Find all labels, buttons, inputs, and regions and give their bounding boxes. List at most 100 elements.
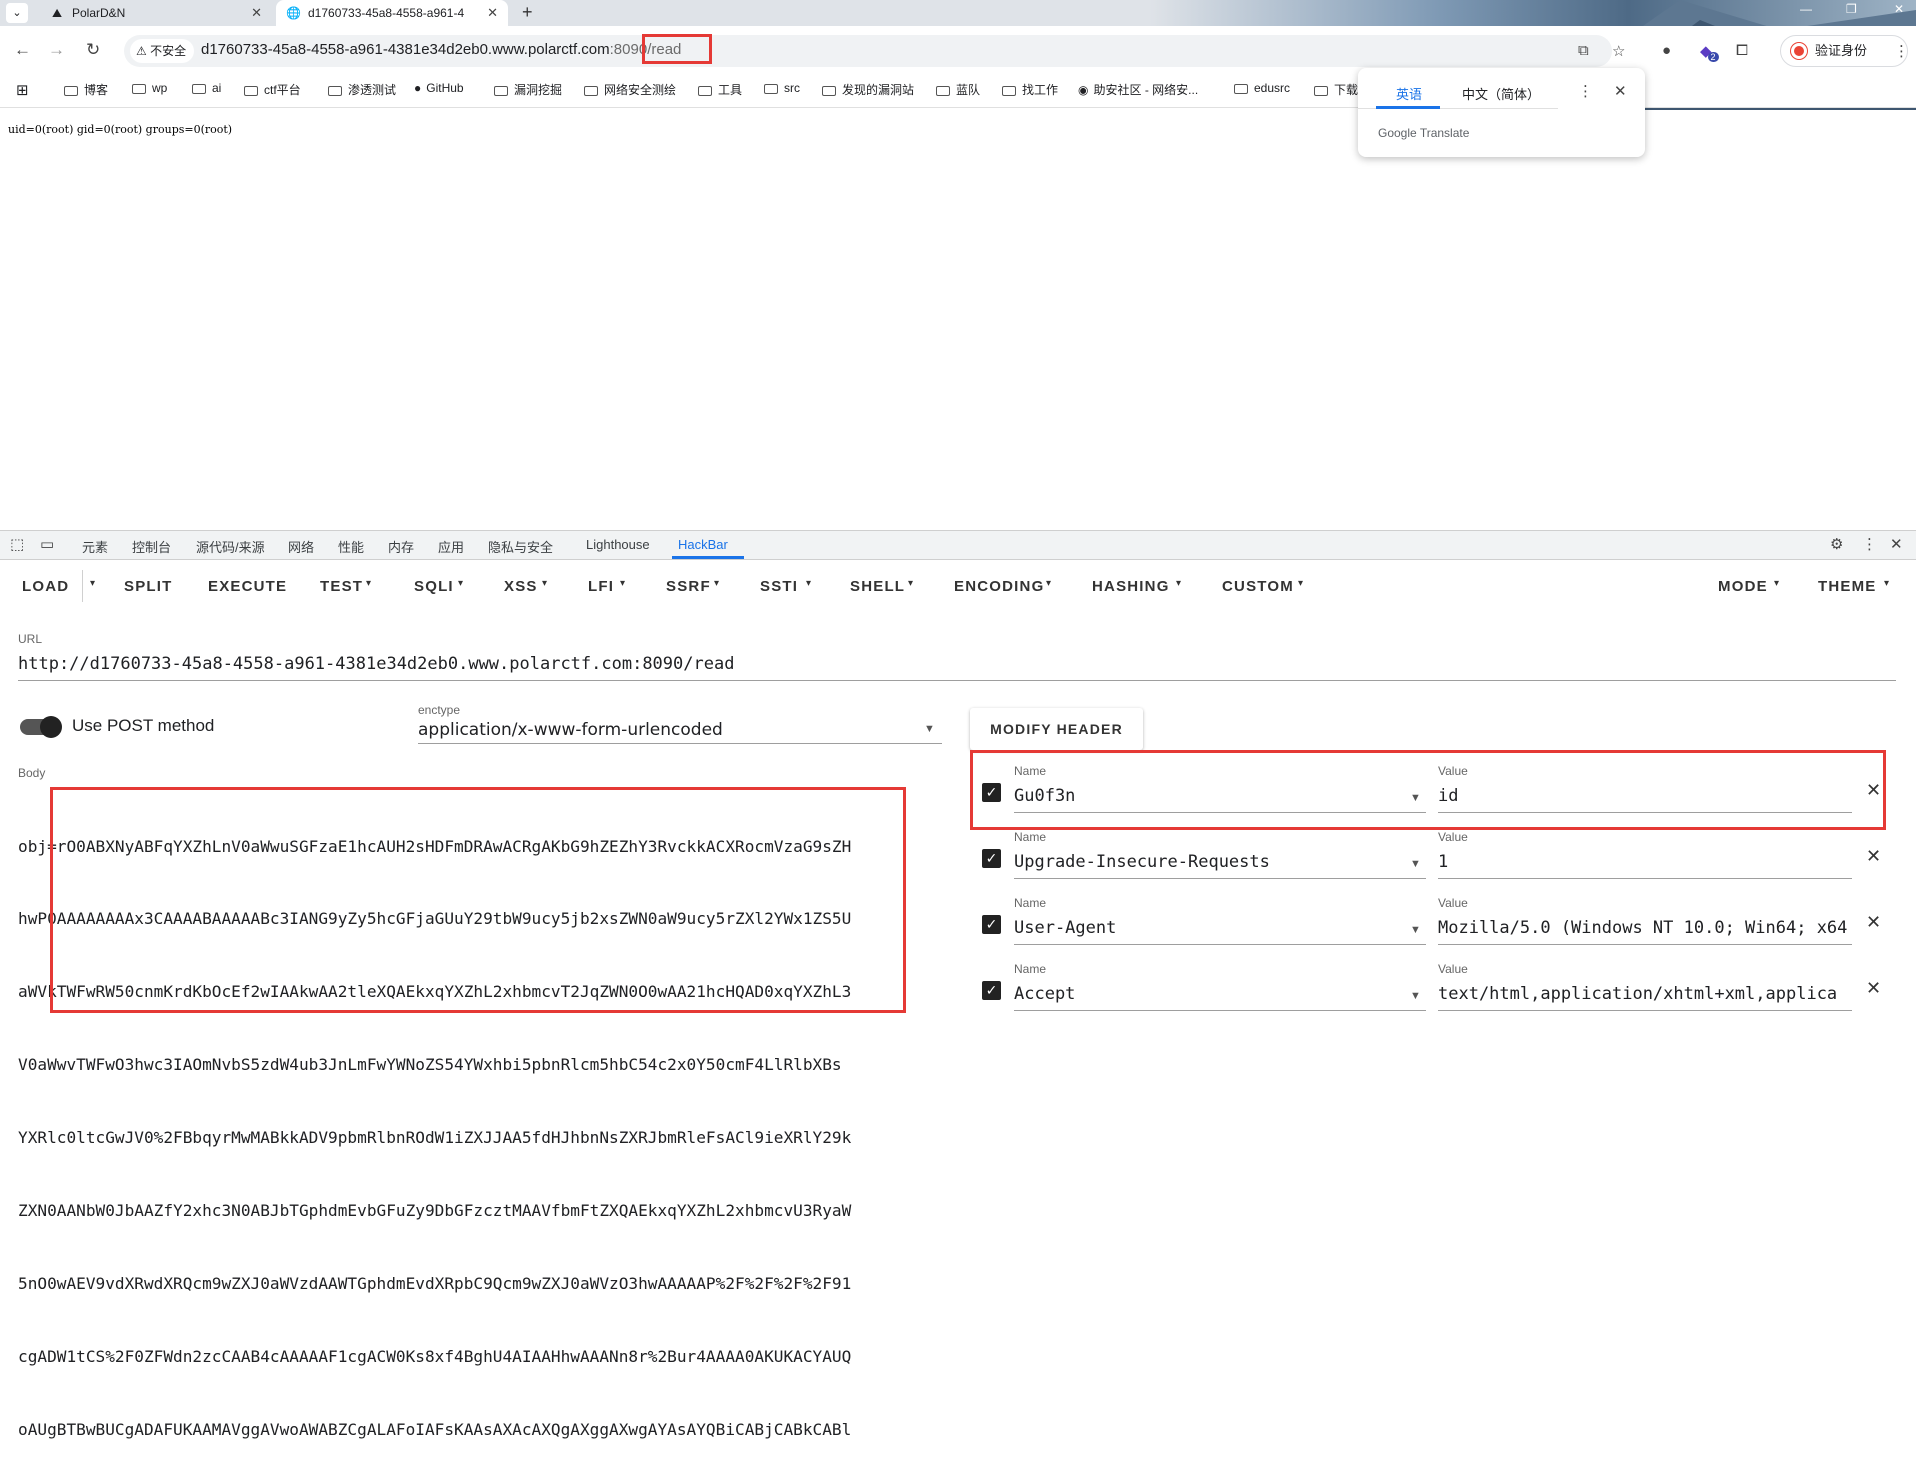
url-text[interactable]: d1760733-45a8-4558-a961-4381e34d2eb0.www… [201, 41, 681, 58]
remove-header-icon[interactable]: ✕ [1866, 912, 1881, 933]
bookmark-0[interactable]: 博客 [64, 81, 108, 98]
bookmark-1[interactable]: wp [132, 81, 167, 95]
bookmark-12[interactable]: 找工作 [1002, 81, 1058, 98]
bookmark-9[interactable]: src [764, 81, 800, 95]
translate-icon[interactable]: ⧉ [1578, 42, 1589, 59]
device-toolbar-icon[interactable]: ▭ [40, 535, 54, 553]
remove-header-icon[interactable]: ✕ [1866, 846, 1881, 867]
menu-test[interactable]: TEST [320, 578, 363, 595]
menu-split[interactable]: SPLIT [124, 578, 173, 595]
header-name-input[interactable]: Gu0f3n [1014, 786, 1394, 806]
reload-icon[interactable]: ↻ [86, 40, 100, 60]
tab-search-button[interactable]: ⌄ [6, 3, 28, 23]
bookmark-6[interactable]: 漏洞挖掘 [494, 81, 562, 98]
bookmark-7[interactable]: 网络安全测绘 [584, 81, 676, 98]
devtools-tab-memory[interactable]: 内存 [388, 537, 414, 556]
menu-lfi[interactable]: LFI [588, 578, 614, 595]
header-value-input[interactable]: Mozilla/5.0 (Windows NT 10.0; Win64; x64 [1438, 918, 1852, 938]
devtools-tab-lighthouse[interactable]: Lighthouse [586, 537, 650, 552]
header-enabled-checkbox[interactable]: ✓ [982, 915, 1001, 934]
devtools-tab-performance[interactable]: 性能 [338, 537, 364, 556]
devtools-tab-elements[interactable]: 元素 [82, 537, 108, 556]
menu-ssti[interactable]: SSTI [760, 578, 798, 595]
tab-active[interactable]: 🌐 d1760733-45a8-4558-a961-4 ✕ [276, 0, 508, 26]
more-options-icon[interactable]: ⋮ [1578, 82, 1593, 100]
menu-mode[interactable]: MODE [1718, 578, 1768, 595]
bookmark-2[interactable]: ai [192, 81, 221, 95]
security-indicator[interactable]: ⚠ 不安全 [130, 39, 195, 63]
header-enabled-checkbox[interactable]: ✓ [982, 783, 1001, 802]
close-tab-icon[interactable]: ✕ [487, 5, 498, 21]
devtools-tab-console[interactable]: 控制台 [132, 537, 171, 556]
command-output: uid=0(root) gid=0(root) groups=0(root) [8, 123, 233, 136]
menu-xss[interactable]: XSS [504, 578, 538, 595]
bookmark-15[interactable]: 下载 [1314, 81, 1360, 98]
devtools-tab-application[interactable]: 应用 [438, 537, 464, 556]
modify-header-button[interactable]: MODIFY HEADER [970, 708, 1143, 750]
menu-sqli[interactable]: SQLI [414, 578, 454, 595]
devtools-tab-hackbar[interactable]: HackBar [678, 537, 728, 552]
header-value-input[interactable]: 1 [1438, 852, 1852, 872]
devtools-tab-network[interactable]: 网络 [288, 537, 314, 556]
profile-button[interactable]: 验证身份 [1780, 35, 1908, 67]
toggle-knob[interactable] [40, 716, 62, 738]
star-icon[interactable]: ☆ [1612, 42, 1625, 60]
menu-theme[interactable]: THEME [1818, 578, 1877, 595]
chevron-down-icon[interactable]: ▼ [1410, 858, 1421, 870]
bookmark-13[interactable]: ◉ 助安社区 - 网络安... [1078, 81, 1198, 98]
menu-ssrf[interactable]: SSRF [666, 578, 711, 595]
menu-icon[interactable]: ⋮ [1894, 42, 1909, 60]
close-icon[interactable]: ✕ [1614, 82, 1627, 100]
settings-gear-icon[interactable]: ⚙ [1830, 535, 1843, 553]
menu-shell[interactable]: SHELL [850, 578, 905, 595]
enctype-label: enctype [418, 703, 461, 717]
menu-load[interactable]: LOAD [22, 578, 69, 595]
devtools-tab-privacy[interactable]: 隐私与安全 [488, 537, 553, 556]
bookmark-github[interactable]: ● GitHub [414, 81, 464, 95]
menu-hashing[interactable]: HASHING [1092, 578, 1170, 595]
translate-target-tab[interactable]: 中文（简体） [1462, 84, 1540, 103]
minimize-icon[interactable]: — [1800, 2, 1812, 16]
menu-encoding[interactable]: ENCODING [954, 578, 1044, 595]
header-enabled-checkbox[interactable]: ✓ [982, 981, 1001, 1000]
devtools-more-icon[interactable]: ⋮ [1862, 535, 1877, 553]
header-value-input[interactable]: id [1438, 786, 1852, 806]
header-name-input[interactable]: Accept [1014, 984, 1394, 1004]
menu-execute[interactable]: EXECUTE [208, 578, 287, 595]
forward-icon[interactable]: → [48, 40, 65, 60]
load-dropdown-icon[interactable]: ▾ [90, 578, 95, 589]
restore-icon[interactable]: ❐ [1846, 2, 1857, 16]
url-input[interactable]: http://d1760733-45a8-4558-a961-4381e34d2… [18, 654, 734, 674]
bookmark-10[interactable]: 发现的漏洞站 [822, 81, 914, 98]
enctype-select[interactable]: application/x-www-form-urlencoded [418, 720, 723, 740]
new-tab-button[interactable]: + [522, 2, 533, 23]
bookmark-11[interactable]: 蓝队 [936, 81, 980, 98]
remove-header-icon[interactable]: ✕ [1866, 978, 1881, 999]
close-window-icon[interactable]: ✕ [1894, 2, 1904, 16]
header-name-input[interactable]: Upgrade-Insecure-Requests [1014, 852, 1394, 872]
extension-badge-icon[interactable]: ◆2 [1700, 42, 1723, 62]
chevron-down-icon[interactable]: ▼ [1410, 924, 1421, 936]
inspect-element-icon[interactable]: ⬚ [10, 535, 24, 553]
remove-header-icon[interactable]: ✕ [1866, 780, 1881, 801]
back-icon[interactable]: ← [14, 40, 31, 60]
devtools-tab-sources[interactable]: 源代码/来源 [196, 537, 265, 556]
close-devtools-icon[interactable]: ✕ [1890, 535, 1903, 553]
bookmark-8[interactable]: 工具 [698, 81, 742, 98]
tab-polardn[interactable]: ⛰ PolarD&N ✕ [40, 0, 272, 26]
bookmark-3[interactable]: ctf平台 [244, 81, 301, 98]
extension-icon[interactable]: ● [1662, 42, 1671, 59]
menu-custom[interactable]: CUSTOM [1222, 578, 1294, 595]
bookmark-14[interactable]: edusrc [1234, 81, 1290, 95]
bookmark-4[interactable]: 渗透测试 [328, 81, 396, 98]
chevron-down-icon[interactable]: ▼ [1410, 792, 1421, 804]
header-enabled-checkbox[interactable]: ✓ [982, 849, 1001, 868]
header-value-input[interactable]: text/html,application/xhtml+xml,applica [1438, 984, 1852, 1004]
header-name-input[interactable]: User-Agent [1014, 918, 1394, 938]
translate-source-tab[interactable]: 英语 [1396, 84, 1422, 103]
puzzle-icon[interactable]: ⧠ [1736, 42, 1748, 59]
chevron-down-icon[interactable]: ▼ [1410, 990, 1421, 1002]
close-tab-icon[interactable]: ✕ [251, 5, 262, 21]
apps-icon[interactable]: ⊞ [16, 81, 29, 99]
chevron-down-icon[interactable]: ▼ [924, 723, 935, 735]
